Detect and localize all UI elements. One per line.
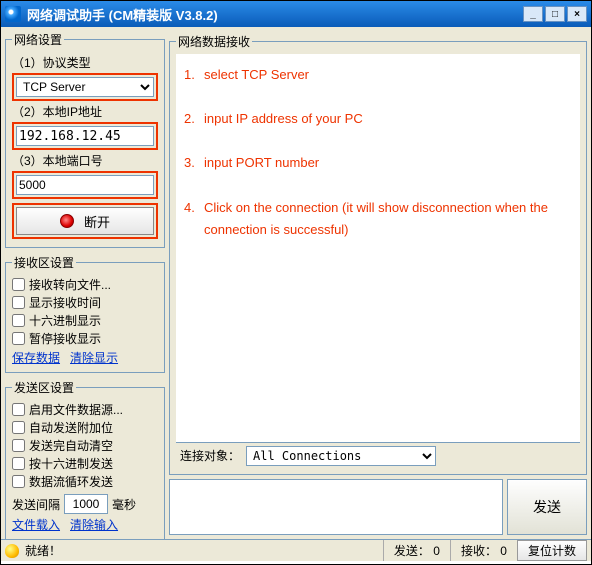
send-textarea[interactable] <box>169 479 503 535</box>
checkbox[interactable] <box>12 457 25 470</box>
bulb-icon <box>5 544 19 558</box>
target-select[interactable]: All Connections <box>246 446 436 466</box>
app-icon <box>5 6 21 22</box>
recv-links: 保存数据 清除显示 <box>12 349 158 366</box>
port-input[interactable] <box>16 175 154 195</box>
instruction-1: 1.select TCP Server <box>184 64 572 86</box>
instruction-2: 2.input IP address of your PC <box>184 108 572 130</box>
ip-highlight <box>12 122 158 150</box>
checkbox[interactable] <box>12 278 25 291</box>
status-bar: 就绪！ 发送： 0 接收： 0 复位计数 <box>1 539 591 561</box>
send-check-2[interactable]: 发送完自动清空 <box>12 436 158 454</box>
recv-check-2[interactable]: 十六进制显示 <box>12 311 158 329</box>
target-label: 连接对象： <box>180 447 240 464</box>
send-settings-group: 发送区设置 启用文件数据源... 自动发送附加位 发送完自动清空 按十六进制发送… <box>5 379 165 540</box>
send-links: 文件载入 清除输入 <box>12 516 158 533</box>
clear-display-link[interactable]: 清除显示 <box>70 349 118 366</box>
recv-check-3[interactable]: 暂停接收显示 <box>12 329 158 347</box>
left-panel: 网络设置 （1）协议类型 TCP Server （2）本地IP地址 （3）本地端… <box>5 31 165 535</box>
send-check-0[interactable]: 启用文件数据源... <box>12 400 158 418</box>
network-settings-group: 网络设置 （1）协议类型 TCP Server （2）本地IP地址 （3）本地端… <box>5 31 165 248</box>
title-bar: 网络调试助手 (CM精装版 V3.8.2) _ □ × <box>1 1 591 27</box>
port-highlight <box>12 171 158 199</box>
send-interval-row: 发送间隔 毫秒 <box>12 494 158 514</box>
recv-area-legend: 网络数据接收 <box>176 33 252 50</box>
ip-label: （2）本地IP地址 <box>12 103 158 120</box>
window-controls: _ □ × <box>523 6 587 22</box>
checkbox[interactable] <box>12 403 25 416</box>
reset-count-button[interactable]: 复位计数 <box>517 540 587 561</box>
clear-input-link[interactable]: 清除输入 <box>70 516 118 533</box>
send-interval-unit: 毫秒 <box>112 496 136 513</box>
checkbox[interactable] <box>12 296 25 309</box>
send-button[interactable]: 发送 <box>507 479 587 535</box>
maximize-button[interactable]: □ <box>545 6 565 22</box>
checkbox[interactable] <box>12 421 25 434</box>
recv-area-group: 网络数据接收 1.select TCP Server 2.input IP ad… <box>169 33 587 475</box>
status-sent: 发送： 0 <box>383 540 450 561</box>
instruction-3: 3.input PORT number <box>184 152 572 174</box>
close-button[interactable]: × <box>567 6 587 22</box>
protocol-highlight: TCP Server <box>12 73 158 101</box>
status-ready: 就绪！ <box>25 542 61 559</box>
checkbox[interactable] <box>12 439 25 452</box>
window-title: 网络调试助手 (CM精装版 V3.8.2) <box>27 5 523 24</box>
minimize-button[interactable]: _ <box>523 6 543 22</box>
protocol-select[interactable]: TCP Server <box>16 77 154 97</box>
send-area: 发送 <box>169 479 587 535</box>
recv-settings-legend: 接收区设置 <box>12 254 76 271</box>
instruction-4: 4.Click on the connection (it will show … <box>184 197 572 241</box>
checkbox[interactable] <box>12 475 25 488</box>
recv-check-0[interactable]: 接收转向文件... <box>12 275 158 293</box>
send-interval-label: 发送间隔 <box>12 496 60 513</box>
checkbox[interactable] <box>12 314 25 327</box>
content-area: 网络设置 （1）协议类型 TCP Server （2）本地IP地址 （3）本地端… <box>1 27 591 539</box>
ip-input[interactable] <box>16 126 154 146</box>
protocol-label: （1）协议类型 <box>12 54 158 71</box>
connect-highlight: 断开 <box>12 203 158 239</box>
target-row: 连接对象： All Connections <box>176 442 580 468</box>
recv-settings-group: 接收区设置 接收转向文件... 显示接收时间 十六进制显示 暂停接收显示 保存数… <box>5 254 165 373</box>
file-load-link[interactable]: 文件载入 <box>12 516 60 533</box>
send-check-3[interactable]: 按十六进制发送 <box>12 454 158 472</box>
status-recv: 接收： 0 <box>450 540 517 561</box>
right-panel: 网络数据接收 1.select TCP Server 2.input IP ad… <box>169 31 587 535</box>
disconnect-button[interactable]: 断开 <box>16 207 154 235</box>
network-settings-legend: 网络设置 <box>12 31 64 48</box>
port-label: （3）本地端口号 <box>12 152 158 169</box>
send-check-4[interactable]: 数据流循环发送 <box>12 472 158 490</box>
record-icon <box>60 214 74 228</box>
send-interval-input[interactable] <box>64 494 108 514</box>
recv-textbox[interactable]: 1.select TCP Server 2.input IP address o… <box>176 54 580 442</box>
save-data-link[interactable]: 保存数据 <box>12 349 60 366</box>
disconnect-label: 断开 <box>84 212 110 231</box>
send-settings-legend: 发送区设置 <box>12 379 76 396</box>
send-check-1[interactable]: 自动发送附加位 <box>12 418 158 436</box>
checkbox[interactable] <box>12 332 25 345</box>
recv-check-1[interactable]: 显示接收时间 <box>12 293 158 311</box>
